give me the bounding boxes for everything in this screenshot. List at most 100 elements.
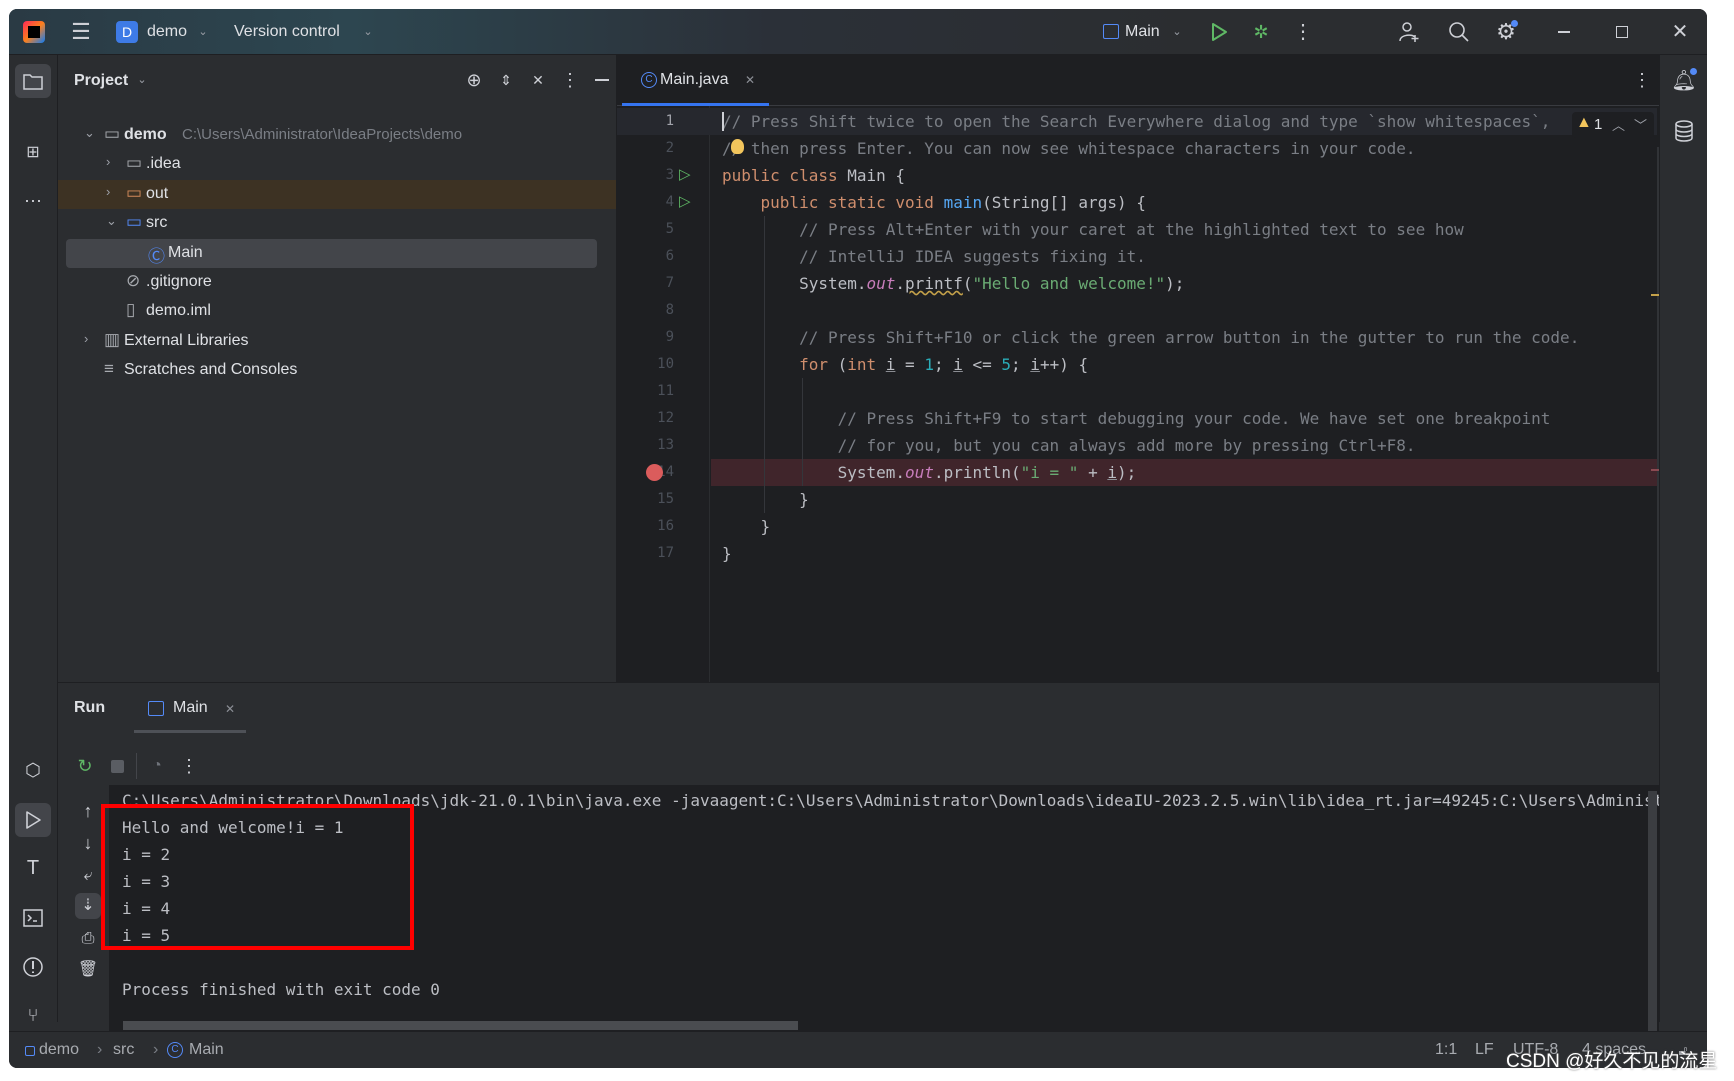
console-vertical-scrollbar[interactable] [1648, 791, 1657, 1036]
project-tool-icon[interactable] [15, 64, 51, 98]
locate-file-icon[interactable]: ⊕ [463, 69, 485, 91]
code-line[interactable]: // IntelliJ IDEA suggests fixing it. [722, 243, 1146, 270]
breakpoint-icon[interactable] [646, 464, 663, 481]
code-token: = [895, 355, 925, 374]
intellij-logo-icon[interactable] [23, 21, 45, 43]
more-tools-icon[interactable]: ⋯ [15, 184, 51, 218]
code-line[interactable]: System.out.println("i = " + i); [722, 459, 1137, 486]
breadcrumb-separator-icon: › [97, 1041, 103, 1058]
tree-item-demoiml[interactable]: ▯ demo.iml [66, 297, 606, 326]
code-line[interactable]: // Press Alt+Enter with your caret at th… [722, 216, 1464, 243]
code-line[interactable]: // then press Enter. You can now see whi… [722, 135, 1416, 162]
run-gutter-icon[interactable]: ▷ [679, 167, 695, 183]
code-token: ; [933, 355, 954, 374]
tree-item-src[interactable]: ⌄ ▭ src [66, 209, 606, 238]
minimize-button[interactable] [1552, 20, 1576, 44]
inspection-widget[interactable]: ▲ 1 ︿ ﹀ [1572, 112, 1654, 138]
breadcrumb-separator-icon: › [153, 1041, 159, 1058]
terminal-icon[interactable] [15, 901, 51, 935]
project-panel-title[interactable]: Project [74, 71, 128, 91]
hide-panel-icon[interactable] [591, 69, 613, 91]
stop-icon[interactable] [106, 755, 128, 777]
editor-more-icon[interactable]: ⋮ [1632, 69, 1652, 91]
scroll-up-icon[interactable]: ↑ [77, 800, 99, 822]
chevron-right-icon[interactable]: › [84, 331, 88, 346]
code-line[interactable]: public static void main(String[] args) { [722, 189, 1146, 216]
breadcrumb-src[interactable]: src [113, 1040, 134, 1060]
line-separator[interactable]: LF [1475, 1040, 1494, 1060]
tree-item-gitignore[interactable]: ⊘ .gitignore [66, 268, 606, 297]
chevron-right-icon[interactable]: › [106, 184, 110, 199]
database-icon[interactable] [1667, 114, 1701, 148]
more-icon[interactable]: ⋮ [178, 755, 200, 777]
close-tab-icon[interactable]: ✕ [742, 72, 758, 88]
code-line[interactable]: } [722, 540, 732, 567]
more-icon[interactable]: ⋮ [1291, 20, 1315, 44]
tree-item-scratchesandconsoles[interactable]: ≡ Scratches and Consoles [66, 356, 606, 385]
search-icon[interactable] [1447, 20, 1471, 44]
problems-icon[interactable] [15, 950, 51, 984]
intention-bulb-icon[interactable] [731, 139, 744, 154]
code-line[interactable]: System.out.printf("Hello and welcome!"); [722, 270, 1184, 297]
soft-wrap-icon[interactable]: ⤶ [77, 865, 99, 887]
vcs-widget[interactable]: Version control ⌄ [234, 19, 384, 45]
chevron-down-icon[interactable]: ⌄ [135, 72, 149, 88]
run-gutter-icon[interactable]: ▷ [679, 194, 695, 210]
close-tab-icon[interactable]: ✕ [222, 701, 238, 717]
breadcrumb-main[interactable]: Main [189, 1040, 224, 1060]
code-line[interactable]: // Press Shift+F9 to start debugging you… [722, 405, 1551, 432]
build-hammer-icon[interactable]: T [15, 851, 51, 885]
settings-gear-icon[interactable]: ⚙ [1494, 20, 1518, 44]
profiler-icon[interactable]: ◔ [146, 755, 168, 777]
code-line[interactable]: // for you, but you can always add more … [722, 432, 1416, 459]
run-tool-icon[interactable] [15, 803, 51, 837]
main-menu-icon[interactable]: ☰ [69, 20, 93, 44]
expand-all-icon[interactable]: ⇕ [495, 69, 517, 91]
run-icon[interactable] [1207, 20, 1231, 44]
code-token: public static void [760, 193, 944, 212]
previous-highlight-icon[interactable]: ︿ [1612, 115, 1625, 134]
maximize-button[interactable] [1610, 20, 1634, 44]
run-config-selector[interactable]: Main ⌄ [1103, 19, 1203, 45]
console-horizontal-scrollbar[interactable] [123, 1021, 798, 1030]
scroll-down-icon[interactable]: ↓ [77, 832, 99, 854]
rerun-icon[interactable]: ↻ [74, 755, 96, 777]
options-more-icon[interactable]: ⋮ [559, 69, 581, 91]
tree-item-label: src [146, 214, 168, 232]
next-highlight-icon[interactable]: ﹀ [1634, 115, 1647, 134]
structure-tool-icon[interactable]: ⊞ [15, 136, 51, 170]
project-widget[interactable]: D demo ⌄ [116, 19, 216, 45]
tree-item-out[interactable]: › ▭ out [58, 179, 616, 209]
scroll-to-end-icon[interactable]: ⇣ [75, 893, 101, 919]
code-line[interactable]: public class Main { [722, 162, 905, 189]
code-line[interactable]: } [722, 513, 771, 540]
run-tab-main[interactable]: Main ✕ [134, 683, 246, 733]
print-icon[interactable]: ⎙ [77, 928, 99, 950]
tree-item-idea[interactable]: › ▭ .idea [66, 150, 606, 179]
collapse-all-icon[interactable]: ✕ [527, 69, 549, 91]
code-line[interactable]: // Press Shift twice to open the Search … [722, 108, 1550, 135]
code-line[interactable]: } [722, 486, 809, 513]
code-line[interactable]: for (int i = 1; i <= 5; i++) { [722, 351, 1088, 378]
tab-main-java[interactable]: C Main.java ✕ [622, 55, 769, 106]
caret-position[interactable]: 1:1 [1435, 1040, 1457, 1060]
chevron-right-icon[interactable]: › [106, 154, 110, 169]
debug-icon[interactable]: ✲ [1249, 20, 1273, 44]
add-user-icon[interactable] [1397, 20, 1421, 44]
code-area[interactable]: 1 // Press Shift twice to open the Search… [617, 108, 1659, 678]
tree-item-demo[interactable]: ⌄ ▭ demo C:\Users\Administrator\IdeaProject… [66, 121, 606, 150]
services-tool-icon[interactable]: ⬡ [15, 753, 51, 787]
chevron-down-icon[interactable]: ⌄ [106, 213, 117, 229]
notifications-bell-icon[interactable]: 🔔︎ [1667, 64, 1701, 98]
code-line[interactable]: // Press Shift+F10 or click the green ar… [722, 324, 1579, 351]
breadcrumb-demo[interactable]: demo [39, 1040, 79, 1060]
tree-item-main[interactable]: Ⓒ Main [66, 238, 597, 268]
tree-item-externallibraries[interactable]: › ▥ External Libraries [66, 327, 606, 356]
chevron-down-icon[interactable]: ⌄ [84, 125, 95, 141]
clear-trash-icon[interactable]: 🗑︎ [77, 959, 99, 981]
git-icon[interactable]: ⑂ [15, 998, 51, 1032]
close-window-button[interactable]: ✕ [1668, 20, 1692, 44]
